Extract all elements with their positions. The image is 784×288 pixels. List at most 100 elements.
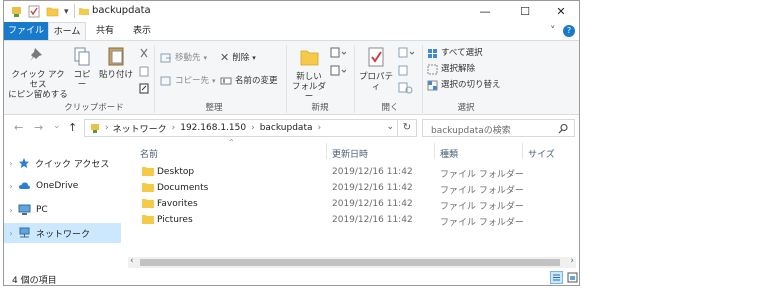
window-title: backupdata bbox=[92, 5, 151, 16]
address-row: ← → ⌄ ↑ › ネットワーク › 192.168.1.150 › backu… bbox=[4, 115, 579, 141]
maximize-button[interactable]: ☐ bbox=[506, 1, 544, 22]
column-name[interactable]: 名前 bbox=[140, 147, 158, 160]
forward-button[interactable]: → bbox=[34, 121, 43, 134]
copy-to-button[interactable]: コピー先 ▾ bbox=[160, 74, 216, 88]
new-group-label: 新規 bbox=[311, 103, 329, 113]
chevron-right-icon[interactable]: › bbox=[4, 159, 18, 168]
sidebar-item-pc[interactable]: › PC bbox=[4, 200, 121, 220]
ribbon-separator bbox=[422, 45, 423, 113]
monitor-icon bbox=[18, 204, 31, 215]
rename-button[interactable]: 名前の変更 bbox=[220, 74, 278, 88]
back-button[interactable]: ← bbox=[14, 121, 23, 134]
sidebar-item-quick-access[interactable]: › クイック アクセス bbox=[4, 153, 121, 173]
address-separator: › bbox=[251, 123, 255, 133]
select-group-label: 選択 bbox=[457, 103, 475, 113]
table-row[interactable]: Desktop 2019/12/16 11:42 ファイル フォルダー bbox=[128, 164, 568, 180]
star-icon bbox=[19, 158, 29, 168]
navigation-pane: › クイック アクセス › OneDrive › PC › ネットワーク bbox=[4, 141, 121, 269]
cut-icon[interactable] bbox=[138, 47, 150, 59]
file-list: ⌃ 名前 更新日時 種類 サイズ Desktop 2019/12/16 11:4… bbox=[128, 138, 579, 269]
chevron-right-icon[interactable]: › bbox=[4, 182, 18, 191]
invert-selection-button[interactable]: 選択の切り替え bbox=[427, 78, 501, 92]
column-size[interactable]: サイズ bbox=[528, 147, 555, 160]
column-divider[interactable] bbox=[326, 143, 327, 159]
organize-group-label: 整理 bbox=[205, 103, 223, 113]
column-divider[interactable] bbox=[434, 143, 435, 159]
tab-file[interactable]: ファイル bbox=[4, 22, 48, 40]
horizontal-scrollbar[interactable]: ‹ › bbox=[128, 256, 576, 268]
table-row[interactable]: Documents 2019/12/16 11:42 ファイル フォルダー bbox=[128, 180, 568, 196]
folder-icon bbox=[142, 167, 154, 176]
copy-path-icon[interactable] bbox=[138, 65, 150, 77]
address-bar[interactable]: › ネットワーク › 192.168.1.150 › backupdata › … bbox=[84, 119, 417, 137]
scroll-left-button[interactable]: ‹ bbox=[130, 256, 134, 266]
sidebar-item-network[interactable]: › ネットワーク bbox=[4, 223, 121, 243]
open-icon[interactable] bbox=[398, 47, 414, 59]
recent-locations-button[interactable]: ⌄ bbox=[53, 121, 61, 131]
large-icons-view-icon[interactable] bbox=[566, 271, 579, 284]
sidebar-item-onedrive[interactable]: › OneDrive bbox=[4, 176, 121, 196]
file-modified: 2019/12/16 11:42 bbox=[332, 183, 413, 193]
copy-button[interactable]: コピー bbox=[70, 45, 94, 90]
tab-home[interactable]: ホーム bbox=[48, 22, 86, 40]
copy-to-icon bbox=[160, 76, 171, 86]
edit-icon[interactable] bbox=[398, 65, 414, 77]
table-row[interactable]: Pictures 2019/12/16 11:42 ファイル フォルダー bbox=[128, 212, 568, 228]
file-type: ファイル フォルダー bbox=[440, 218, 524, 228]
select-none-button[interactable]: 選択解除 bbox=[427, 62, 475, 76]
drive-icon[interactable] bbox=[10, 5, 22, 18]
address-separator: › bbox=[317, 123, 322, 133]
sort-arrow-icon: ⌃ bbox=[228, 138, 235, 147]
delete-button[interactable]: ✕ 削除 ▾ bbox=[220, 51, 256, 65]
properties-button[interactable]: プロパティ bbox=[356, 45, 396, 92]
tab-view[interactable]: 表示 bbox=[126, 22, 158, 40]
ribbon: クイック アクセス にピン留めする コピー 貼り付け クリップボード 移動先 ▾… bbox=[4, 40, 579, 115]
tab-share[interactable]: 共有 bbox=[90, 22, 120, 40]
properties-check-icon[interactable] bbox=[28, 5, 40, 18]
refresh-button[interactable]: ↻ bbox=[397, 120, 416, 136]
file-name: Pictures bbox=[157, 215, 193, 225]
up-button[interactable]: ↑ bbox=[68, 121, 77, 134]
pin-label-line2: にピン留めする bbox=[8, 90, 68, 100]
new-folder-button[interactable]: 新しい フォルダー bbox=[290, 45, 328, 102]
breadcrumb-backupdata[interactable]: backupdata bbox=[260, 123, 313, 133]
easy-access-icon[interactable] bbox=[330, 65, 346, 77]
move-to-button[interactable]: 移動先 ▾ bbox=[160, 51, 207, 65]
minimize-button[interactable]: — bbox=[466, 1, 504, 22]
column-type[interactable]: 種類 bbox=[440, 147, 458, 160]
paste-button[interactable]: 貼り付け bbox=[98, 45, 134, 80]
file-modified: 2019/12/16 11:42 bbox=[332, 199, 413, 209]
table-row[interactable]: Favorites 2019/12/16 11:42 ファイル フォルダー bbox=[128, 196, 568, 212]
ribbon-tabs: ファイル ホーム 共有 表示 ˅ ? bbox=[4, 22, 579, 40]
breadcrumb-network[interactable]: ネットワーク bbox=[113, 122, 167, 135]
close-button[interactable]: ✕ bbox=[542, 1, 579, 22]
details-view-icon[interactable] bbox=[550, 271, 563, 284]
ribbon-collapse-icon[interactable]: ˅ bbox=[550, 24, 556, 37]
new-item-icon[interactable] bbox=[330, 47, 346, 59]
pin-to-quick-access-button[interactable]: クイック アクセス にピン留めする bbox=[8, 45, 68, 100]
select-all-button[interactable]: すべて選択 bbox=[427, 46, 483, 60]
help-icon[interactable]: ? bbox=[563, 25, 575, 37]
address-dropdown-icon[interactable]: ⌄ bbox=[386, 122, 394, 132]
move-to-label: 移動先 bbox=[175, 53, 201, 63]
quick-access-toolbar-dropdown[interactable]: ▾ bbox=[64, 5, 69, 18]
ribbon-separator bbox=[354, 45, 355, 113]
scroll-right-button[interactable]: › bbox=[570, 256, 574, 266]
column-modified[interactable]: 更新日時 bbox=[332, 147, 368, 160]
search-box[interactable]: backupdataの検索 bbox=[422, 119, 575, 137]
history-icon[interactable] bbox=[398, 82, 414, 94]
sidebar-item-label: OneDrive bbox=[36, 181, 79, 191]
breadcrumb-host[interactable]: 192.168.1.150 bbox=[180, 123, 246, 133]
file-type: ファイル フォルダー bbox=[440, 202, 524, 212]
chevron-right-icon[interactable]: › bbox=[4, 206, 18, 215]
column-divider[interactable] bbox=[522, 143, 523, 159]
paste-label: 貼り付け bbox=[98, 70, 133, 80]
chevron-right-icon[interactable]: › bbox=[4, 229, 18, 238]
scrollbar-thumb[interactable] bbox=[140, 259, 560, 266]
new-folder-label-1: 新しい bbox=[296, 72, 322, 82]
new-folder-label-2: フォルダー bbox=[291, 82, 326, 102]
new-folder-quick-icon[interactable] bbox=[46, 5, 59, 18]
paste-shortcut-icon[interactable] bbox=[138, 82, 150, 94]
item-count: 4 個の項目 bbox=[12, 276, 57, 286]
column-header-row: ⌃ 名前 更新日時 種類 サイズ bbox=[128, 138, 579, 161]
